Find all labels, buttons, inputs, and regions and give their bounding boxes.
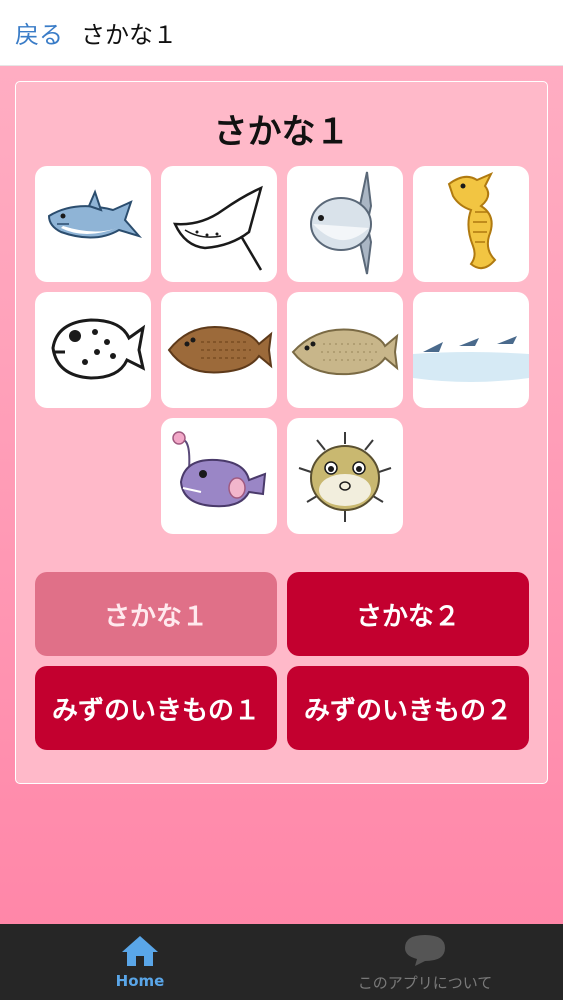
manta-ray-icon xyxy=(172,185,263,271)
category-sakana-1-button[interactable]: さかな１ xyxy=(35,572,277,656)
content-panel: さかな１ さかな１ さかな２ みずのいきもの１ みずのいきもの２ xyxy=(15,81,548,784)
porcupinefish-icon xyxy=(298,432,392,522)
tile-manta-ray[interactable] xyxy=(161,166,277,282)
flying-fish-icon xyxy=(413,336,529,382)
screen-title: さかな１ xyxy=(81,21,177,49)
tile-shark[interactable] xyxy=(35,166,151,282)
tile-sunfish[interactable] xyxy=(287,166,403,282)
tile-halibut[interactable] xyxy=(287,292,403,408)
category-sakana-2-button[interactable]: さかな２ xyxy=(287,572,529,656)
halibut-icon xyxy=(291,328,399,376)
tile-flounder[interactable] xyxy=(161,292,277,408)
sunfish-icon xyxy=(310,171,373,275)
shark-icon xyxy=(47,189,143,239)
tile-flying-fish[interactable] xyxy=(413,292,529,408)
nav-about-label: このアプリについて xyxy=(357,973,493,992)
anglerfish-icon xyxy=(172,431,267,508)
pufferfish-icon xyxy=(51,318,146,380)
tile-porcupinefish[interactable] xyxy=(287,418,403,534)
tile-anglerfish[interactable] xyxy=(161,418,277,534)
panel-title: さかな１ xyxy=(213,112,350,152)
category-mizu-2-button[interactable]: みずのいきもの２ xyxy=(287,666,529,750)
nav-home-label: Home xyxy=(115,972,165,990)
back-button[interactable]: 戻る xyxy=(15,15,63,50)
speech-bubble-icon xyxy=(405,934,445,966)
nav-about[interactable]: このアプリについて xyxy=(330,924,520,1000)
tile-pufferfish[interactable] xyxy=(35,292,151,408)
seahorse-icon xyxy=(447,172,497,270)
home-icon xyxy=(122,936,158,966)
app-bar: 戻る さかな１ xyxy=(0,0,563,66)
tile-seahorse[interactable] xyxy=(413,166,529,282)
flounder-icon xyxy=(167,326,273,374)
nav-home[interactable]: Home xyxy=(90,924,190,1000)
category-mizu-1-button[interactable]: みずのいきもの１ xyxy=(35,666,277,750)
bottom-navigation: Home このアプリについて xyxy=(0,924,563,1000)
